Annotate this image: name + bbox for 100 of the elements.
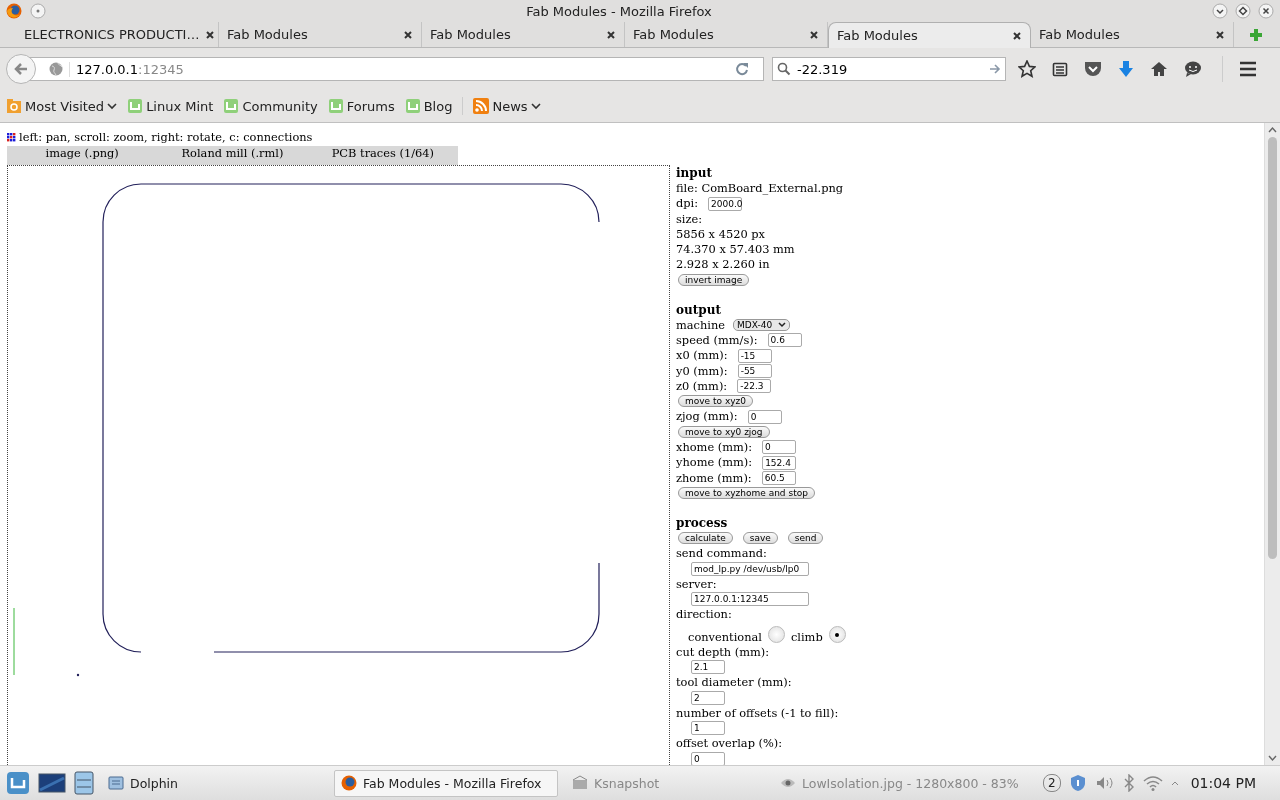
radio-label: climb [790, 629, 823, 645]
action-button[interactable]: move to xy0 zjog [678, 426, 770, 438]
close-icon[interactable] [1258, 3, 1274, 19]
search-field[interactable]: -22.319 [772, 57, 1006, 81]
field-label: yhome (mm): [676, 455, 753, 470]
view-tab[interactable]: image (.png) [7, 146, 158, 165]
back-button[interactable] [6, 54, 36, 84]
input-field[interactable]: 1 [691, 721, 725, 736]
taskbar-item[interactable]: Dolphin [102, 769, 302, 797]
action-button[interactable]: move to xyz0 [678, 395, 753, 408]
close-icon[interactable] [606, 29, 616, 40]
mint-menu-icon[interactable] [6, 771, 30, 795]
browser-tab[interactable]: ELECTRONICS PRODUCTI… [16, 22, 219, 47]
scroll-up-icon[interactable] [1268, 126, 1277, 133]
input-field[interactable]: 2 [691, 690, 725, 705]
field-label: tool diameter (mm): [676, 675, 792, 690]
input-field[interactable]: 0 [762, 440, 797, 455]
firefox-logo-icon [341, 775, 357, 791]
bookmark-item[interactable]: Linux Mint [127, 98, 214, 114]
reload-icon[interactable] [735, 62, 749, 76]
bookmark-item[interactable]: Community [223, 98, 318, 114]
input-field[interactable]: 127.0.0.1:12345 [691, 592, 809, 607]
input-field[interactable]: 60.5 [761, 470, 796, 485]
home-icon[interactable] [1150, 61, 1168, 77]
action-button[interactable]: invert image [678, 274, 750, 287]
input-field[interactable]: 0 [691, 751, 725, 765]
chevron-down-icon [530, 102, 541, 110]
browser-tab[interactable]: Fab Modules [422, 22, 625, 47]
clock: 01:04 PM [1190, 775, 1256, 791]
chevron-down-icon [778, 321, 787, 328]
left-arrow-icon [13, 61, 29, 77]
browser-tab[interactable]: Fab Modules [1031, 22, 1234, 47]
window-title: Fab Modules - Mozilla Firefox [525, 3, 713, 19]
action-button[interactable]: send [787, 532, 824, 545]
wifi-icon[interactable] [1142, 775, 1163, 791]
shield-icon[interactable] [1068, 774, 1087, 792]
radio-button[interactable] [828, 626, 846, 644]
browser-tab[interactable]: Fab Modules [828, 22, 1031, 48]
input-field[interactable]: 2000.0 [708, 196, 743, 211]
leaf-icon [327, 98, 344, 114]
scroll-down-icon[interactable] [1268, 755, 1277, 762]
scrollbar[interactable] [1264, 123, 1280, 765]
action-button[interactable]: move to xyzhome and stop [678, 487, 815, 500]
pocket-icon[interactable] [1084, 61, 1102, 77]
browser-tab[interactable]: Fab Modules [219, 22, 422, 47]
bluetooth-icon[interactable] [1122, 774, 1135, 792]
input-field[interactable]: -15 [737, 348, 772, 363]
view-tab[interactable]: PCB traces (1/64) [307, 146, 458, 165]
hint-text: left: pan, scroll: zoom, right: rotate, c: connections [19, 130, 313, 144]
view-tab[interactable]: Roland mill (.rml) [157, 146, 308, 165]
caret-up-icon[interactable] [1170, 780, 1179, 786]
desktop-icon[interactable] [38, 772, 66, 794]
input-field[interactable]: 2.1 [691, 660, 725, 675]
input-field[interactable]: -22.3 [737, 379, 772, 394]
info-text: 74.370 x 57.403 mm [676, 242, 795, 257]
input-field[interactable]: 152.4 [762, 455, 797, 470]
action-button[interactable]: save [742, 532, 778, 545]
minimize-icon[interactable] [1212, 3, 1228, 19]
workspace-badge[interactable]: 2 [1043, 774, 1061, 792]
bookmark-item[interactable]: News [473, 98, 541, 114]
tab-label: ELECTRONICS PRODUCTI… [24, 27, 200, 42]
close-icon[interactable] [1012, 30, 1022, 41]
action-button[interactable]: calculate [678, 532, 733, 545]
bookmark-item[interactable]: Blog [404, 98, 453, 114]
firefox-logo-icon [6, 3, 22, 19]
address-field[interactable]: 127.0.0.1:12345 [30, 57, 764, 81]
input-field[interactable]: 0.6 [767, 333, 802, 348]
star-icon[interactable] [1018, 60, 1036, 78]
bookmark-item[interactable]: Most Visited [6, 98, 118, 114]
field-label: zhome (mm): [676, 470, 752, 486]
tab-label: Fab Modules [633, 27, 715, 42]
feed-icon [473, 98, 490, 114]
menu-icon[interactable] [1239, 61, 1257, 77]
file-cabinet-icon[interactable] [74, 771, 94, 795]
section-title: process [676, 515, 729, 531]
field-label: x0 (mm): [676, 348, 728, 363]
bookmark-item[interactable]: Forums [327, 98, 395, 114]
close-icon[interactable] [403, 29, 413, 40]
download-icon[interactable] [1118, 60, 1134, 78]
close-icon[interactable] [205, 29, 216, 40]
input-field[interactable]: -55 [737, 363, 772, 378]
scrollbar-thumb[interactable] [1268, 137, 1277, 559]
taskbar-item[interactable]: Fab Modules - Mozilla Firefox [334, 769, 558, 797]
input-field[interactable]: mod_lp.py /dev/usb/lp0 [691, 561, 809, 576]
close-icon[interactable] [1215, 29, 1225, 40]
radio-button[interactable] [767, 626, 785, 644]
field-label: number of offsets (-1 to fill): [676, 705, 839, 721]
close-icon[interactable] [809, 29, 819, 40]
input-field[interactable]: 0 [747, 409, 782, 424]
chevron-down-icon [107, 102, 118, 110]
field-label: y0 (mm): [676, 363, 728, 379]
go-arrow-icon[interactable] [989, 63, 1001, 75]
reading-list-icon[interactable] [1052, 61, 1068, 77]
radio-label: conventional [688, 629, 762, 645]
volume-icon[interactable] [1094, 775, 1115, 791]
maximize-icon[interactable] [1235, 3, 1251, 19]
field-label: machine [676, 317, 726, 333]
chat-icon[interactable] [1184, 61, 1202, 77]
machine-select[interactable]: MDX-40 [733, 318, 791, 331]
leaf-icon [127, 98, 144, 114]
